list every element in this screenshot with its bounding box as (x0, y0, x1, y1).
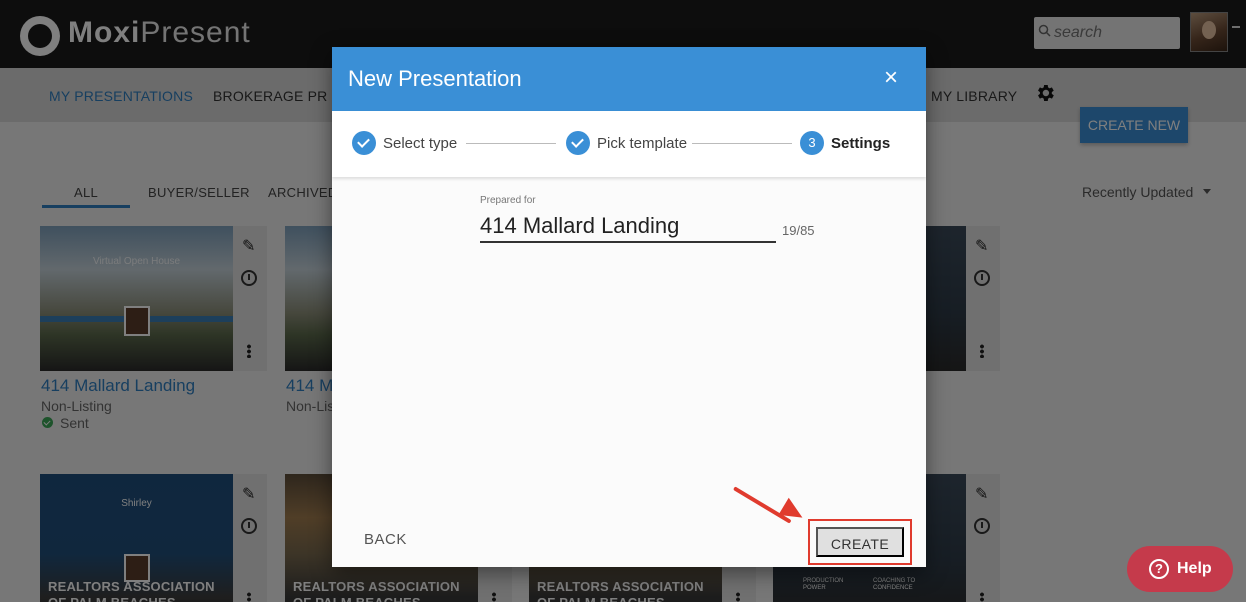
step-pick-template[interactable]: Pick template (597, 135, 687, 152)
step-number-badge: 3 (800, 131, 824, 155)
create-button[interactable]: CREATE (816, 527, 904, 557)
prepared-for-label: Prepared for (480, 195, 536, 206)
step-connector (692, 143, 792, 144)
char-counter: 19/85 (782, 223, 815, 238)
dialog-header: New Presentation × (332, 47, 926, 111)
step-settings[interactable]: Settings (831, 135, 890, 152)
back-button[interactable]: BACK (364, 531, 407, 548)
prepared-for-input[interactable] (480, 211, 776, 243)
check-circle-icon (566, 131, 590, 155)
new-presentation-dialog: New Presentation × Select type Pick temp… (332, 47, 926, 567)
step-connector (466, 143, 556, 144)
create-highlight-box: CREATE (808, 519, 912, 565)
dialog-title: New Presentation (348, 66, 522, 91)
close-icon[interactable]: × (880, 65, 902, 91)
help-label: Help (1177, 560, 1212, 577)
stepper: Select type Pick template 3 Settings (332, 111, 926, 177)
help-circle-icon: ? (1149, 559, 1169, 579)
help-button[interactable]: ? Help (1127, 546, 1233, 592)
check-circle-icon (352, 131, 376, 155)
step-select-type[interactable]: Select type (383, 135, 457, 152)
